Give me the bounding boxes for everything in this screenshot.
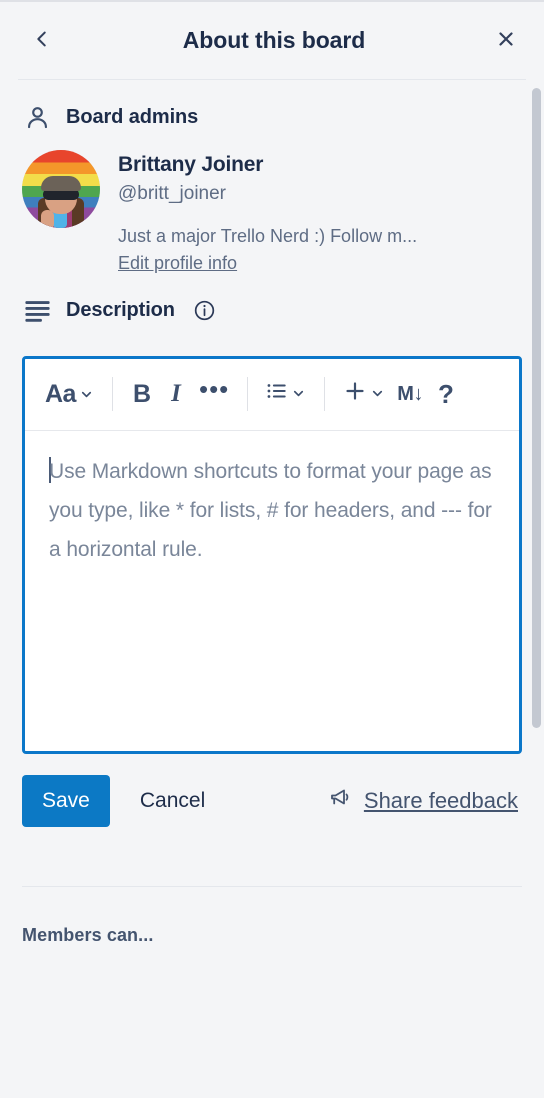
toolbar-group-text-style: Aa [39,372,100,416]
insert-button[interactable] [337,372,391,416]
panel-scrollbar[interactable] [530,88,542,1092]
megaphone-icon [328,786,352,815]
admin-handle: @britt_joiner [118,183,226,205]
editor-toolbar: Aa B I ••• M↓ ? [25,358,519,431]
save-button[interactable]: Save [22,774,110,827]
italic-button[interactable]: I [159,372,193,416]
editor-actions: Save Cancel Share feedback [22,772,522,830]
more-formatting-button[interactable]: ••• [193,372,235,416]
members-can-section: Members can... [0,887,544,946]
share-feedback-label: Share feedback [363,787,518,813]
list-icon [266,380,288,409]
cancel-button[interactable]: Cancel [122,775,223,827]
chevron-down-icon [370,380,385,408]
panel-content: Board admins Brittany Joiner @britt_join… [0,80,544,830]
toolbar-group-insert: M↓ ? [337,372,463,416]
scrollbar-thumb[interactable] [532,88,541,728]
markdown-indicator[interactable]: M↓ [391,372,429,416]
text-style-label: Aa [45,379,76,408]
description-editor[interactable]: Aa B I ••• M↓ ? Use Markdown shortcuts t… [22,355,522,754]
admin-list-item: Brittany Joiner @britt_joiner Just a maj… [18,142,526,274]
members-can-label: Members can... [22,924,154,945]
text-style-button[interactable]: Aa [39,372,100,416]
share-feedback-link[interactable]: Share feedback [328,786,522,815]
description-title: Description [66,299,175,322]
admin-bio: Just a major Trello Nerd :) Follow m... [118,225,418,246]
avatar[interactable] [22,150,100,228]
editor-placeholder: Use Markdown shortcuts to format your pa… [49,459,492,561]
description-lines-icon [22,296,52,326]
header-divider [18,79,526,80]
about-board-panel: About this board Board admins Brittany J… [0,0,544,1098]
board-admins-heading: Board admins [18,80,526,142]
toolbar-group-list [260,372,312,416]
back-button[interactable] [22,20,62,60]
chevron-down-icon [291,380,306,408]
plus-icon [343,379,367,410]
toolbar-separator [111,377,113,412]
chevron-left-icon [31,28,53,53]
bold-button[interactable]: B [125,372,159,416]
description-textarea[interactable]: Use Markdown shortcuts to format your pa… [25,430,519,751]
edit-profile-info-link[interactable]: Edit profile info [118,253,237,274]
info-circle-icon[interactable] [193,299,217,323]
chevron-down-icon [79,380,94,409]
person-icon [22,102,52,132]
toolbar-separator [324,377,326,412]
board-admins-title: Board admins [66,105,199,128]
admin-name: Brittany Joiner [118,153,264,176]
help-button[interactable]: ? [429,372,463,416]
close-icon [495,28,517,53]
toolbar-separator [247,377,249,412]
page-title: About this board [182,26,366,53]
toolbar-group-formatting: B I ••• [125,372,235,416]
avatar-portrait [35,174,87,228]
description-heading: Description [18,274,526,336]
admin-details: Brittany Joiner @britt_joiner Just a maj… [118,150,522,274]
list-button[interactable] [260,372,312,416]
close-button[interactable] [486,20,526,60]
panel-header: About this board [0,0,544,80]
